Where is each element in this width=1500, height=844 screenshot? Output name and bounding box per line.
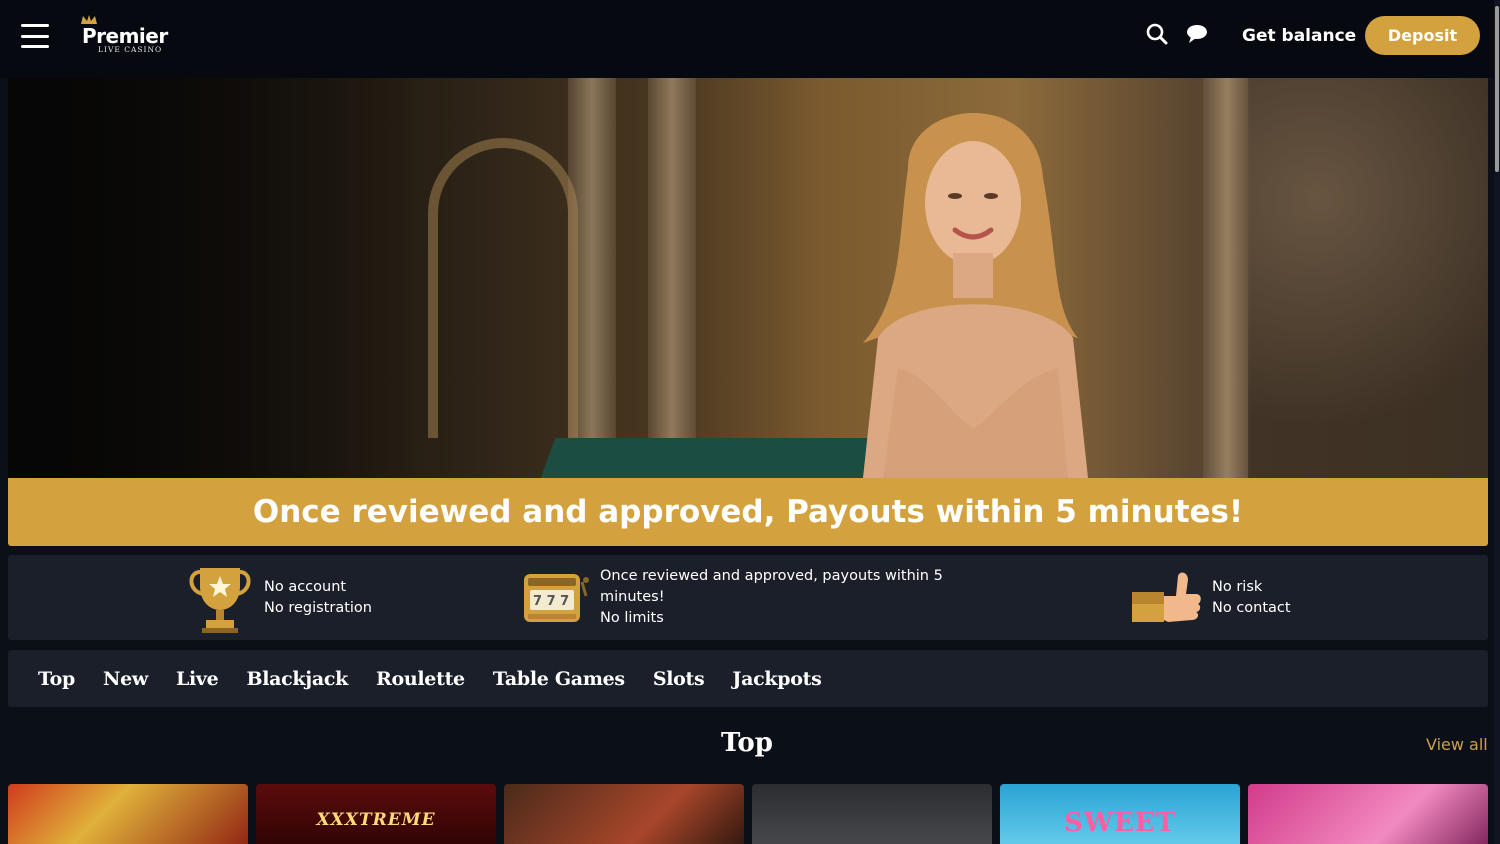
feature-text: No account No registration <box>264 577 372 619</box>
page-scrollbar[interactable] <box>1494 0 1500 844</box>
svg-text:7 7 7: 7 7 7 <box>533 594 569 609</box>
features-strip: No account No registration 7 7 7 Once re… <box>8 555 1488 640</box>
category-slots[interactable]: Slots <box>653 668 705 690</box>
hero-shade <box>8 78 428 478</box>
game-tile[interactable] <box>1248 784 1488 844</box>
slot-machine-icon: 7 7 7 <box>524 573 589 622</box>
feature-no-account: No account No registration <box>186 555 372 640</box>
scrollbar-thumb[interactable] <box>1495 6 1499 172</box>
logo[interactable]: Premier LIVE CASINO <box>78 14 168 56</box>
hero-pillar <box>1203 78 1251 478</box>
game-tile-title: XXXTREME <box>316 810 436 830</box>
deposit-button[interactable]: Deposit <box>1365 16 1480 55</box>
trophy-icon <box>189 567 251 633</box>
game-tile[interactable] <box>8 784 248 844</box>
chat-icon[interactable] <box>1185 22 1209 46</box>
hero-pillar <box>648 78 696 478</box>
feature-line: No account <box>264 578 347 595</box>
game-tile-title: SWEET <box>1064 808 1176 838</box>
feature-line: No risk <box>1212 578 1263 595</box>
game-tile[interactable]: SWEET <box>1000 784 1240 844</box>
category-live[interactable]: Live <box>176 668 219 690</box>
game-tile[interactable] <box>504 784 744 844</box>
category-roulette[interactable]: Roulette <box>376 668 465 690</box>
get-balance-button[interactable]: Get balance <box>1232 24 1366 48</box>
category-blackjack[interactable]: Blackjack <box>246 668 348 690</box>
section-title: Top <box>721 728 773 758</box>
feature-payouts: 7 7 7 Once reviewed and approved, payout… <box>520 555 943 640</box>
dealer-image <box>863 113 1088 478</box>
hero-arch <box>428 138 578 438</box>
game-tile[interactable]: XXXTREME <box>256 784 496 844</box>
view-all-link[interactable]: View all <box>1426 735 1488 754</box>
hero-curtain <box>1248 78 1488 478</box>
thumbs-up-icon <box>1132 572 1201 622</box>
feature-line: No limits <box>600 610 664 626</box>
feature-text: Once reviewed and approved, payouts with… <box>600 566 943 629</box>
feature-line: No registration <box>264 599 372 616</box>
category-top[interactable]: Top <box>38 668 75 690</box>
feature-line: No contact <box>1212 599 1291 616</box>
hero-banner[interactable] <box>8 78 1488 478</box>
category-table-games[interactable]: Table Games <box>493 668 625 690</box>
promo-banner: Once reviewed and approved, Payouts with… <box>8 478 1488 546</box>
site-header: Premier LIVE CASINO Get balance Deposit <box>0 0 1494 78</box>
category-nav: Top New Live Blackjack Roulette Table Ga… <box>8 650 1488 707</box>
search-icon[interactable] <box>1145 22 1169 46</box>
game-tile[interactable] <box>752 784 992 844</box>
menu-icon[interactable] <box>21 24 49 48</box>
feature-line: minutes! <box>600 589 665 605</box>
feature-no-risk: No risk No contact <box>1130 555 1291 640</box>
feature-text: No risk No contact <box>1212 577 1291 619</box>
category-new[interactable]: New <box>103 668 148 690</box>
logo-subtitle: LIVE CASINO <box>98 45 163 54</box>
feature-line: Once reviewed and approved, payouts with… <box>600 568 943 584</box>
category-jackpots[interactable]: Jackpots <box>732 668 821 690</box>
